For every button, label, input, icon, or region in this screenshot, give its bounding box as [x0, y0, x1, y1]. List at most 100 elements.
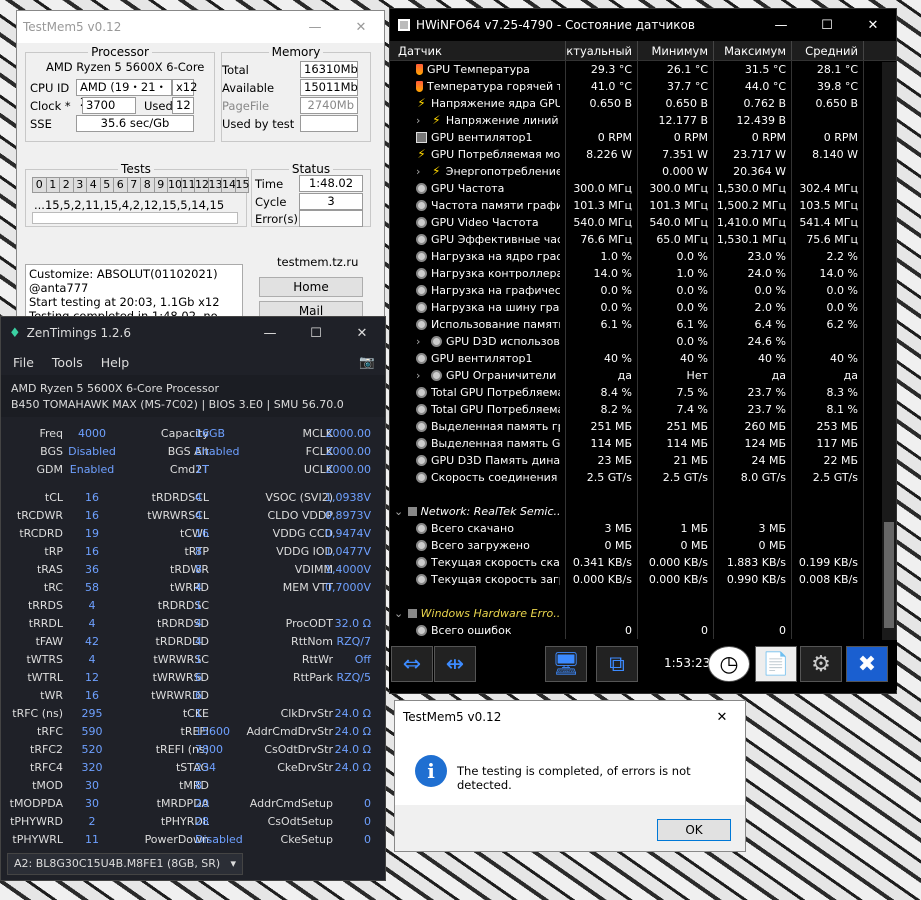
- dimm-select-value: A2: BL8G30C15U4B.M8FE1 (8GB, SR): [14, 857, 221, 870]
- used-by-test-label: Used by test: [222, 117, 295, 131]
- sensor-row[interactable]: Текущая скорость загр... 0.000 KB/s0.000 …: [390, 571, 896, 588]
- sensor-row[interactable]: Температура горячей т... 41.0 °C 37.7 °C 44…: [390, 78, 896, 95]
- chevron-right-icon[interactable]: ›: [416, 333, 427, 350]
- sensor-row[interactable]: GPU D3D Память динам... 23 МБ21 МБ24 МБ22…: [390, 452, 896, 469]
- sensor-row[interactable]: Нагрузка на ядро граф... 1.0 %0.0 %23.0 %…: [390, 248, 896, 265]
- sensor-row[interactable]: ⌄ Windows Hardware Erro...: [390, 605, 896, 622]
- sensor-row[interactable]: Выделенная память GP...114 МБ114 МБ124 М…: [390, 435, 896, 452]
- col-min[interactable]: Минимум: [638, 41, 714, 60]
- message-titlebar[interactable]: TestMem5 v0.12 ✕: [395, 701, 745, 733]
- menu-help[interactable]: Help: [101, 355, 130, 370]
- chevron-down-icon[interactable]: ⌄: [394, 605, 408, 622]
- sensor-row[interactable]: Использование памяти ...6.1 %6.1 %6.4 %6…: [390, 316, 896, 333]
- timing-value: 234: [195, 761, 216, 774]
- sensor-value: 1.883 KB/s: [714, 554, 792, 571]
- sensor-row[interactable]: [390, 486, 896, 503]
- chevron-right-icon[interactable]: ›: [416, 367, 427, 384]
- minimize-icon[interactable]: —: [247, 317, 293, 349]
- col-sensor[interactable]: Датчик: [390, 41, 566, 60]
- col-current[interactable]: ктуальный: [566, 41, 638, 60]
- report-icon[interactable]: 📄: [755, 646, 797, 682]
- menu-file[interactable]: File: [13, 355, 34, 370]
- sensor-row[interactable]: Текущая скорость ска... 0.341 KB/s 0.000 K…: [390, 554, 896, 571]
- home-button[interactable]: Home: [259, 277, 363, 297]
- minimize-icon[interactable]: —: [758, 9, 804, 41]
- sensor-value: 40 %: [714, 350, 792, 367]
- minimize-icon[interactable]: —: [292, 11, 338, 43]
- sensor-row[interactable]: GPU вентилятор1 40 % 40 % 40 % 40 %: [390, 350, 896, 367]
- monitor-icon[interactable]: 🖥: [545, 646, 587, 682]
- sensor-value: 65.0 МГц: [638, 231, 714, 248]
- sensor-row[interactable]: GPU Температура 29.3 °C 26.1 °C 31.5 °C 28.1…: [390, 61, 896, 78]
- sensor-row[interactable]: GPU Эффективные часы 76.6 МГц 65.0 МГц 1,53…: [390, 231, 896, 248]
- sensor-row[interactable]: GPU Video Частота 540.0 МГц 540.0 МГц 1,410…: [390, 214, 896, 231]
- col-avg[interactable]: Средний: [792, 41, 864, 60]
- dimm-select[interactable]: A2: BL8G30C15U4B.M8FE1 (8GB, SR) ▾: [7, 853, 243, 875]
- maximize-icon[interactable]: ☐: [804, 9, 850, 41]
- sensor-row[interactable]: Всего загружено 0 МБ 0 МБ 0 МБ: [390, 537, 896, 554]
- sensor-row[interactable]: › GPU D3D использов... 0.0 % 24.6 %: [390, 333, 896, 350]
- zentimings-window: ♦ ZenTimings 1.2.6 — ☐ ✕ File Tools Help…: [0, 316, 386, 881]
- close-icon[interactable]: ✕: [338, 11, 384, 43]
- scrollbar-thumb[interactable]: [884, 522, 894, 628]
- col-max[interactable]: Максимум: [714, 41, 792, 60]
- sensor-row[interactable]: ⌄ Network: RealTek Semic...: [390, 503, 896, 520]
- sensor-value: 0: [638, 622, 714, 639]
- sensor-row[interactable]: Всего скачано 3 МБ 1 МБ 3 МБ: [390, 520, 896, 537]
- sensor-row[interactable]: ⚡ GPU Потребляемая мо... 8.226 W 7.351 W 23.…: [390, 146, 896, 163]
- chevron-right-icon[interactable]: ›: [416, 163, 427, 180]
- timing-value: 16: [195, 527, 209, 540]
- log-box[interactable]: Customize: ABSOLUT(01102021) @anta777 St…: [25, 264, 243, 324]
- collapse-arrows-icon[interactable]: ⇹: [434, 646, 476, 682]
- maximize-icon[interactable]: ☐: [293, 317, 339, 349]
- ok-button[interactable]: OK: [657, 819, 731, 841]
- close-icon[interactable]: ✕: [339, 317, 385, 349]
- sensor-row[interactable]: GPU вентилятор1 0 RPM 0 RPM 0 RPM 0 RPM: [390, 129, 896, 146]
- sensor-scrollbar[interactable]: [882, 62, 896, 640]
- sensor-value: 0.0 %: [638, 282, 714, 299]
- sensor-name-cell: Текущая скорость загр...: [390, 571, 566, 588]
- sensor-value: [792, 622, 864, 639]
- sensor-row[interactable]: › ⚡ Напряжение линий ... 12.177 В 12.439 В: [390, 112, 896, 129]
- close-icon[interactable]: ✕: [850, 9, 896, 41]
- menu-tools[interactable]: Tools: [52, 355, 83, 370]
- sensor-name-cell: GPU Эффективные часы: [390, 231, 566, 248]
- camera-icon[interactable]: 📷: [359, 354, 375, 370]
- sensor-row[interactable]: Total GPU Потребляема... 8.2 %7.4 %23.7 %…: [390, 401, 896, 418]
- test-number: 11: [180, 177, 196, 193]
- hwinfo-titlebar[interactable]: HWiNFO64 v7.25-4790 - Состояние датчиков…: [390, 9, 896, 41]
- sensor-name-cell: Температура горячей т...: [390, 78, 566, 95]
- sensor-row[interactable]: › GPU Ограничители ... да Нет да да: [390, 367, 896, 384]
- sensor-row[interactable]: Нагрузка на шину граф...0.0 %0.0 %2.0 %0…: [390, 299, 896, 316]
- sensor-row[interactable]: Нагрузка контроллера ...14.0 %1.0 %24.0 …: [390, 265, 896, 282]
- sensor-name-cell: Нагрузка на ядро граф...: [390, 248, 566, 265]
- sensor-label: Всего ошибок: [431, 624, 512, 637]
- testmem-titlebar[interactable]: TestMem5 v0.12 — ✕: [17, 11, 384, 43]
- gear-icon[interactable]: ⚙: [800, 646, 842, 682]
- sensor-row[interactable]: GPU Частота 300.0 МГц 300.0 МГц 1,530.0 МГц…: [390, 180, 896, 197]
- close-x-icon[interactable]: ✖: [846, 646, 888, 682]
- sensor-row[interactable]: Выделенная память гр...251 МБ251 МБ260 М…: [390, 418, 896, 435]
- sensor-row[interactable]: › ⚡ Энергопотребление... 0.000 W20.364 W: [390, 163, 896, 180]
- sensor-row[interactable]: Total GPU Потребляема... 8.4 %7.5 %23.7 %…: [390, 384, 896, 401]
- sensor-value: 39.8 °C: [792, 78, 864, 95]
- sensor-row[interactable]: Скорость соединения ... 2.5 GT/s 2.5 GT/s 8…: [390, 469, 896, 486]
- chevron-down-icon[interactable]: ⌄: [394, 503, 408, 520]
- sensor-row[interactable]: Частота памяти графи... 101.3 МГц 101.3 МГ…: [390, 197, 896, 214]
- network-icon[interactable]: ⧉: [596, 646, 638, 682]
- sensor-value: 14.0 %: [566, 265, 638, 282]
- sensor-row[interactable]: ⚡ Напряжение ядра GPU 0.650 В 0.650 В 0.762 …: [390, 95, 896, 112]
- close-icon[interactable]: ✕: [699, 701, 745, 733]
- sensor-list[interactable]: GPU Температура 29.3 °C 26.1 °C 31.5 °C 28.1…: [390, 61, 896, 639]
- timing-value: 4000: [78, 427, 106, 440]
- chevron-right-icon[interactable]: ›: [416, 112, 427, 129]
- timing-value: 12: [85, 671, 99, 684]
- clock-icon[interactable]: ◷: [708, 646, 750, 682]
- zentimings-titlebar[interactable]: ♦ ZenTimings 1.2.6 — ☐ ✕: [1, 317, 385, 349]
- sensor-value: да: [792, 367, 864, 384]
- expand-arrows-icon[interactable]: ⇔: [391, 646, 433, 682]
- sensor-value: 101.3 МГц: [566, 197, 638, 214]
- sensor-row[interactable]: Нагрузка на графическ...0.0 %0.0 %0.0 %0…: [390, 282, 896, 299]
- sensor-row[interactable]: Всего ошибок 0 0 0: [390, 622, 896, 639]
- sensor-row[interactable]: [390, 588, 896, 605]
